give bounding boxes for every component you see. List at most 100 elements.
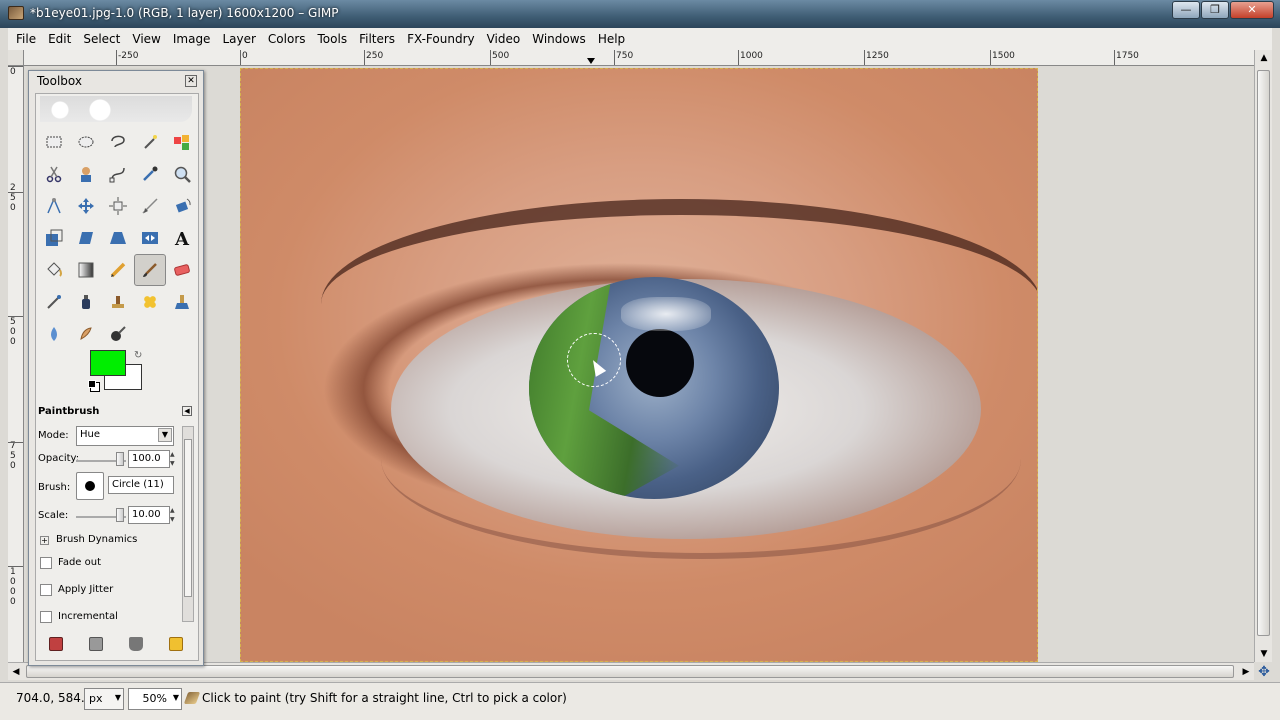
scale-label: Scale: (38, 510, 69, 521)
navigate-icon[interactable]: ✥ (1256, 664, 1272, 680)
fade-out-checkbox[interactable] (40, 557, 52, 569)
horizontal-ruler[interactable]: -250 0 250 500 750 1000 1250 1500 1750 (24, 50, 1254, 66)
fuzzy-select-tool[interactable] (134, 126, 166, 158)
restore-options-icon[interactable] (89, 637, 103, 651)
reset-options-icon[interactable] (169, 637, 183, 651)
foreground-color[interactable] (90, 350, 126, 376)
move-tool[interactable] (70, 190, 102, 222)
measure-tool[interactable] (38, 190, 70, 222)
paintbrush-tool[interactable] (134, 254, 166, 286)
menu-colors[interactable]: Colors (264, 28, 314, 50)
eye-photo[interactable] (240, 68, 1038, 662)
menu-layer[interactable]: Layer (218, 28, 263, 50)
save-options-icon[interactable] (49, 637, 63, 651)
vertical-ruler[interactable]: 0 2 5 0 5 0 0 7 5 0 1 0 0 0 (8, 66, 24, 662)
menu-filters[interactable]: Filters (355, 28, 403, 50)
menu-video[interactable]: Video (483, 28, 529, 50)
options-menu-icon[interactable]: ◀ (182, 406, 192, 416)
menu-windows[interactable]: Windows (528, 28, 594, 50)
unit-select[interactable]: px (84, 688, 124, 710)
menu-view[interactable]: View (128, 28, 168, 50)
ruler-label: 7 (10, 441, 16, 451)
ink-tool[interactable] (70, 286, 102, 318)
rotate-tool[interactable] (166, 190, 198, 222)
brush-dynamics-toggle[interactable]: Brush Dynamics (56, 534, 137, 545)
opacity-slider[interactable] (116, 452, 124, 466)
scale-slider[interactable] (116, 508, 124, 522)
menu-image[interactable]: Image (169, 28, 219, 50)
flip-tool[interactable] (134, 222, 166, 254)
menu-file[interactable]: File (12, 28, 44, 50)
minimize-button[interactable]: — (1172, 1, 1200, 19)
color-picker-tool[interactable] (134, 158, 166, 190)
free-select-tool[interactable] (102, 126, 134, 158)
incremental-checkbox[interactable] (40, 611, 52, 623)
toolbox-header[interactable]: Toolbox ✕ (29, 71, 203, 91)
menu-help[interactable]: Help (594, 28, 633, 50)
expand-plus-icon[interactable]: + (40, 536, 49, 545)
blur-sharpen-tool[interactable] (38, 318, 70, 350)
mode-select[interactable]: Hue ▼ (76, 426, 174, 446)
vertical-scroll-thumb[interactable] (1257, 70, 1270, 636)
scale-stepper-icon[interactable]: ▲ ▼ (170, 506, 178, 524)
apply-jitter-checkbox[interactable] (40, 584, 52, 596)
airbrush-tool[interactable] (38, 286, 70, 318)
zoom-tool[interactable] (166, 158, 198, 190)
menu-edit[interactable]: Edit (44, 28, 79, 50)
rect-select-tool[interactable] (38, 126, 70, 158)
shear-tool[interactable] (70, 222, 102, 254)
maximize-button[interactable]: ❐ (1201, 1, 1229, 19)
scissors-select-tool[interactable] (38, 158, 70, 190)
perspective-tool[interactable] (102, 222, 134, 254)
ruler-label: -250 (118, 51, 139, 61)
close-button[interactable]: ✕ (1230, 1, 1274, 19)
options-scroll-thumb[interactable] (184, 439, 192, 597)
scroll-right-icon[interactable]: ▶ (1238, 663, 1254, 681)
scale-field[interactable]: 10.00 (128, 506, 170, 524)
menu-tools[interactable]: Tools (314, 28, 356, 50)
dodge-burn-tool[interactable] (102, 318, 134, 350)
scroll-down-icon[interactable]: ▼ (1255, 646, 1273, 662)
horizontal-scroll-thumb[interactable] (26, 665, 1234, 678)
paths-tool[interactable] (102, 158, 134, 190)
perspective-clone-tool[interactable] (166, 286, 198, 318)
status-bar: 704.0, 584.0 px 50% Click to paint (try … (0, 682, 1280, 720)
ruler-label: 0 (10, 587, 16, 597)
vertical-scrollbar[interactable]: ▲ ▼ (1254, 50, 1272, 662)
image-canvas[interactable] (24, 66, 1254, 662)
crop-tool[interactable] (134, 190, 166, 222)
blend-tool[interactable] (70, 254, 102, 286)
clone-tool[interactable] (102, 286, 134, 318)
opacity-stepper-icon[interactable]: ▲ ▼ (170, 450, 178, 468)
menu-select[interactable]: Select (79, 28, 128, 50)
ruler-tick (8, 66, 23, 67)
options-scrollbar[interactable] (182, 426, 194, 622)
reset-colors-icon[interactable] (88, 380, 96, 388)
menu-fx-foundry[interactable]: FX-Foundry (403, 28, 483, 50)
opacity-field[interactable]: 100.0 (128, 450, 170, 468)
foreground-select-tool[interactable] (70, 158, 102, 190)
pencil-tool[interactable] (102, 254, 134, 286)
select-by-color-tool[interactable] (166, 126, 198, 158)
heal-tool[interactable] (134, 286, 166, 318)
brush-preview[interactable] (76, 472, 104, 500)
scroll-up-icon[interactable]: ▲ (1255, 50, 1273, 66)
align-tool[interactable] (102, 190, 134, 222)
scale-tool[interactable] (38, 222, 70, 254)
text-tool[interactable]: A (166, 222, 198, 254)
smudge-tool[interactable] (70, 318, 102, 350)
delete-trash-icon[interactable] (129, 637, 143, 651)
ruler-corner[interactable] (8, 50, 24, 66)
brush-name-field[interactable]: Circle (11) (108, 476, 174, 494)
ellipse-select-icon (78, 136, 94, 148)
close-icon[interactable]: ✕ (185, 75, 197, 87)
swap-colors-icon[interactable]: ↻ (134, 350, 142, 361)
zoom-select[interactable]: 50% (128, 688, 182, 710)
status-message: Click to paint (try Shift for a straight… (202, 691, 567, 705)
ellipse-select-tool[interactable] (70, 126, 102, 158)
bucket-fill-tool[interactable] (38, 254, 70, 286)
scroll-left-icon[interactable]: ◀ (8, 663, 24, 681)
lasso-icon (111, 135, 125, 148)
fade-out-label: Fade out (58, 557, 102, 568)
eraser-tool[interactable] (166, 254, 198, 286)
